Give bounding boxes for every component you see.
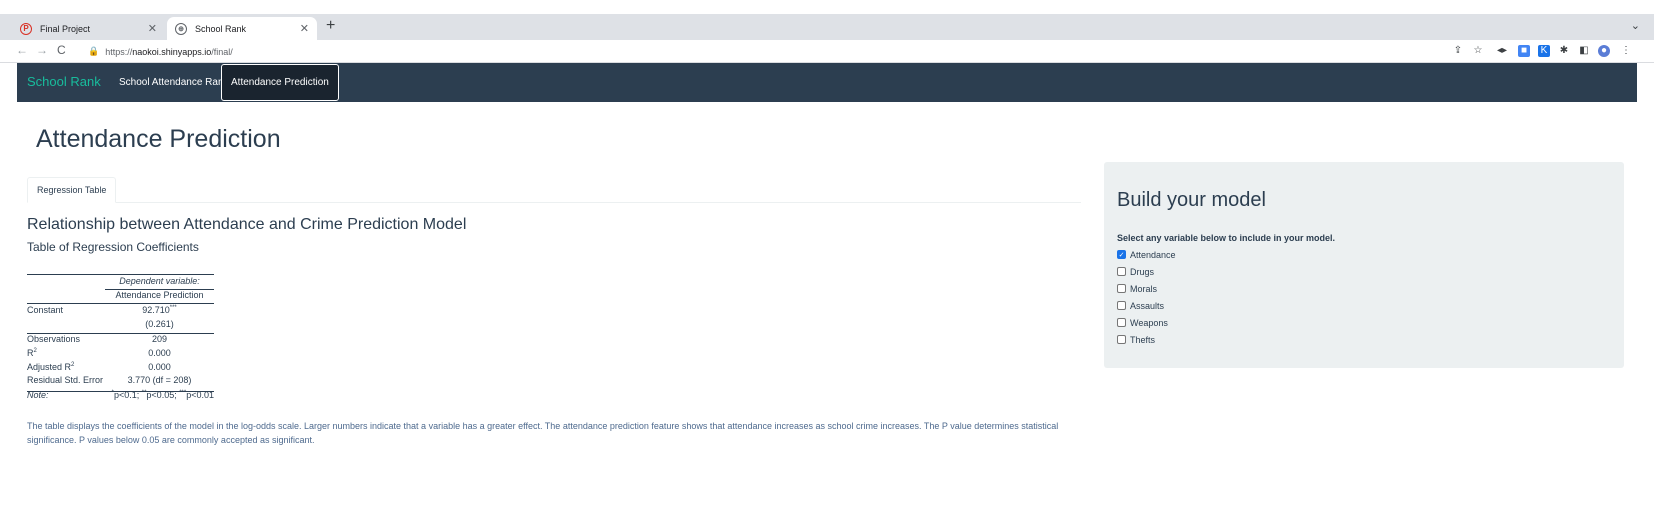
address-bar: ← → C 🔒 https://naokoi.shinyapps.io/fina… bbox=[0, 40, 1654, 63]
url-path: /final/ bbox=[211, 46, 233, 57]
table-subheading: Table of Regression Coefficients bbox=[27, 240, 199, 254]
checkbox-label: Drugs bbox=[1130, 266, 1155, 277]
tabset-divider bbox=[27, 202, 1081, 203]
constant-coef: 92.710 bbox=[142, 305, 170, 316]
pinterest-icon: P bbox=[20, 22, 32, 35]
checkbox-label: Attendance bbox=[1130, 249, 1176, 260]
constant-label: Constant bbox=[27, 305, 64, 316]
forward-arrow-icon[interactable]: → bbox=[36, 43, 48, 57]
panel-title: Build your model bbox=[1117, 189, 1266, 211]
checkbox-box[interactable] bbox=[1117, 318, 1126, 327]
note-p1: p<0.1; bbox=[113, 389, 142, 400]
dep-var-header: Dependent variable: bbox=[119, 276, 200, 286]
regression-table: Dependent variable: Attendance Predictio… bbox=[27, 274, 214, 402]
table-row: R2 0.000 bbox=[27, 347, 214, 361]
url-host: naokoi.shinyapps.io bbox=[132, 46, 212, 57]
browser-tab-school-rank[interactable]: ⊕ School Rank ✕ bbox=[167, 17, 317, 40]
variable-select-label: Select any variable below to include in … bbox=[1117, 233, 1336, 243]
checkbox-label: Assaults bbox=[1130, 300, 1165, 311]
table-row: Observations 209 bbox=[27, 333, 214, 347]
constant-se: (0.261) bbox=[145, 318, 174, 329]
browser-tab-strip: P Final Project ✕ ⊕ School Rank ✕ bbox=[0, 14, 1654, 40]
checkbox-label: Morals bbox=[1130, 283, 1158, 294]
share-icon[interactable]: ⇪ bbox=[1452, 45, 1464, 57]
table-row: Attendance Prediction bbox=[27, 289, 214, 303]
table-row: Note: *p<0.1; **p<0.05; ***p<0.01 bbox=[27, 389, 214, 403]
window-top-strip bbox=[0, 0, 1654, 14]
significance-note: *p<0.1; **p<0.05; ***p<0.01 bbox=[101, 389, 214, 403]
tab-regression-table[interactable]: Regression Table bbox=[27, 177, 117, 203]
r2-value: 0.000 bbox=[148, 347, 171, 358]
reload-icon[interactable]: C bbox=[57, 43, 66, 57]
url-field[interactable]: 🔒 https://naokoi.shinyapps.io/final/ bbox=[80, 43, 1430, 60]
checkbox-attendance[interactable]: ✓ Attendance bbox=[1117, 248, 1176, 261]
r2-label: R2 bbox=[27, 347, 37, 358]
checkbox-checked-icon[interactable]: ✓ bbox=[1117, 250, 1126, 259]
more-menu-icon[interactable]: ⋮ bbox=[1620, 45, 1632, 57]
checkbox-morals[interactable]: Morals bbox=[1117, 282, 1157, 295]
checkbox-assaults[interactable]: Assaults bbox=[1117, 299, 1164, 312]
table-row: Adjusted R2 0.000 bbox=[27, 361, 214, 375]
adj-r2-label: Adjusted R2 bbox=[27, 361, 75, 372]
observations-value: 209 bbox=[151, 334, 168, 345]
puzzle-icon[interactable]: ✱ bbox=[1558, 45, 1570, 57]
note-p3: p<0.01 bbox=[186, 389, 214, 400]
checkbox-weapons[interactable]: Weapons bbox=[1117, 316, 1168, 329]
extension-icon[interactable]: ◂▸ bbox=[1496, 45, 1508, 57]
checkbox-box[interactable] bbox=[1117, 267, 1126, 276]
app-navbar: School Rank School Attendance Rank Atten… bbox=[17, 63, 1637, 102]
page-title: Attendance Prediction bbox=[36, 125, 281, 153]
constant-value: 92.710*** bbox=[105, 304, 214, 318]
extension-k-icon[interactable]: K bbox=[1538, 45, 1550, 57]
nav-attendance-prediction[interactable]: Attendance Prediction bbox=[221, 64, 339, 101]
browser-tab-title: Final Project bbox=[40, 23, 91, 34]
checkbox-box[interactable] bbox=[1117, 284, 1126, 293]
table-row: Residual Std. Error 3.770 (df = 208) bbox=[27, 374, 214, 388]
explanation-text: The table displays the coefficients of t… bbox=[27, 421, 1059, 445]
extension-badge-icon[interactable]: ■ bbox=[1518, 45, 1530, 57]
build-model-panel: Build your model Select any variable bel… bbox=[1104, 162, 1624, 368]
sidepanel-icon[interactable]: ◧ bbox=[1578, 45, 1590, 57]
rse-value: 3.770 (df = 208) bbox=[127, 375, 192, 386]
browser-tab-final-project[interactable]: P Final Project ✕ bbox=[12, 17, 165, 40]
table-row: Dependent variable: bbox=[27, 275, 214, 289]
new-tab-button[interactable]: + bbox=[326, 17, 335, 35]
dep-var-name: Attendance Prediction bbox=[115, 289, 204, 300]
profile-avatar[interactable]: ● bbox=[1598, 45, 1610, 57]
url-prefix: https:// bbox=[105, 46, 133, 57]
checkbox-label: Weapons bbox=[1130, 317, 1168, 328]
table-row: Constant 92.710*** bbox=[27, 304, 214, 318]
table-row: (0.261) bbox=[27, 318, 214, 332]
adj-r2-value: 0.000 bbox=[148, 361, 171, 372]
note-label: Note: bbox=[27, 389, 49, 400]
browser-tab-title: School Rank bbox=[195, 23, 247, 34]
constant-stars: *** bbox=[169, 305, 177, 312]
note-p2: p<0.05; bbox=[146, 389, 180, 400]
nav-school-attendance-rank[interactable]: School Attendance Rank bbox=[110, 63, 238, 102]
back-arrow-icon[interactable]: ← bbox=[16, 43, 28, 57]
star-icon[interactable]: ☆ bbox=[1472, 45, 1484, 57]
observations-label: Observations bbox=[27, 334, 81, 345]
rse-label: Residual Std. Error bbox=[27, 375, 104, 386]
checkbox-drugs[interactable]: Drugs bbox=[1117, 265, 1154, 278]
checkbox-box[interactable] bbox=[1117, 335, 1126, 344]
chevron-down-icon[interactable]: ⌄ bbox=[1631, 19, 1640, 32]
checkbox-thefts[interactable]: Thefts bbox=[1117, 333, 1155, 346]
checkbox-label: Thefts bbox=[1130, 334, 1156, 345]
adj-r2-label-text: Adjusted R bbox=[27, 361, 72, 372]
close-icon[interactable]: ✕ bbox=[300, 22, 309, 35]
checkbox-box[interactable] bbox=[1117, 301, 1126, 310]
brand-link[interactable]: School Rank bbox=[27, 74, 101, 89]
model-heading: Relationship between Attendance and Crim… bbox=[27, 216, 467, 233]
lock-icon: 🔒 bbox=[88, 46, 100, 56]
globe-icon: ⊕ bbox=[175, 22, 187, 35]
close-icon[interactable]: ✕ bbox=[148, 22, 157, 35]
